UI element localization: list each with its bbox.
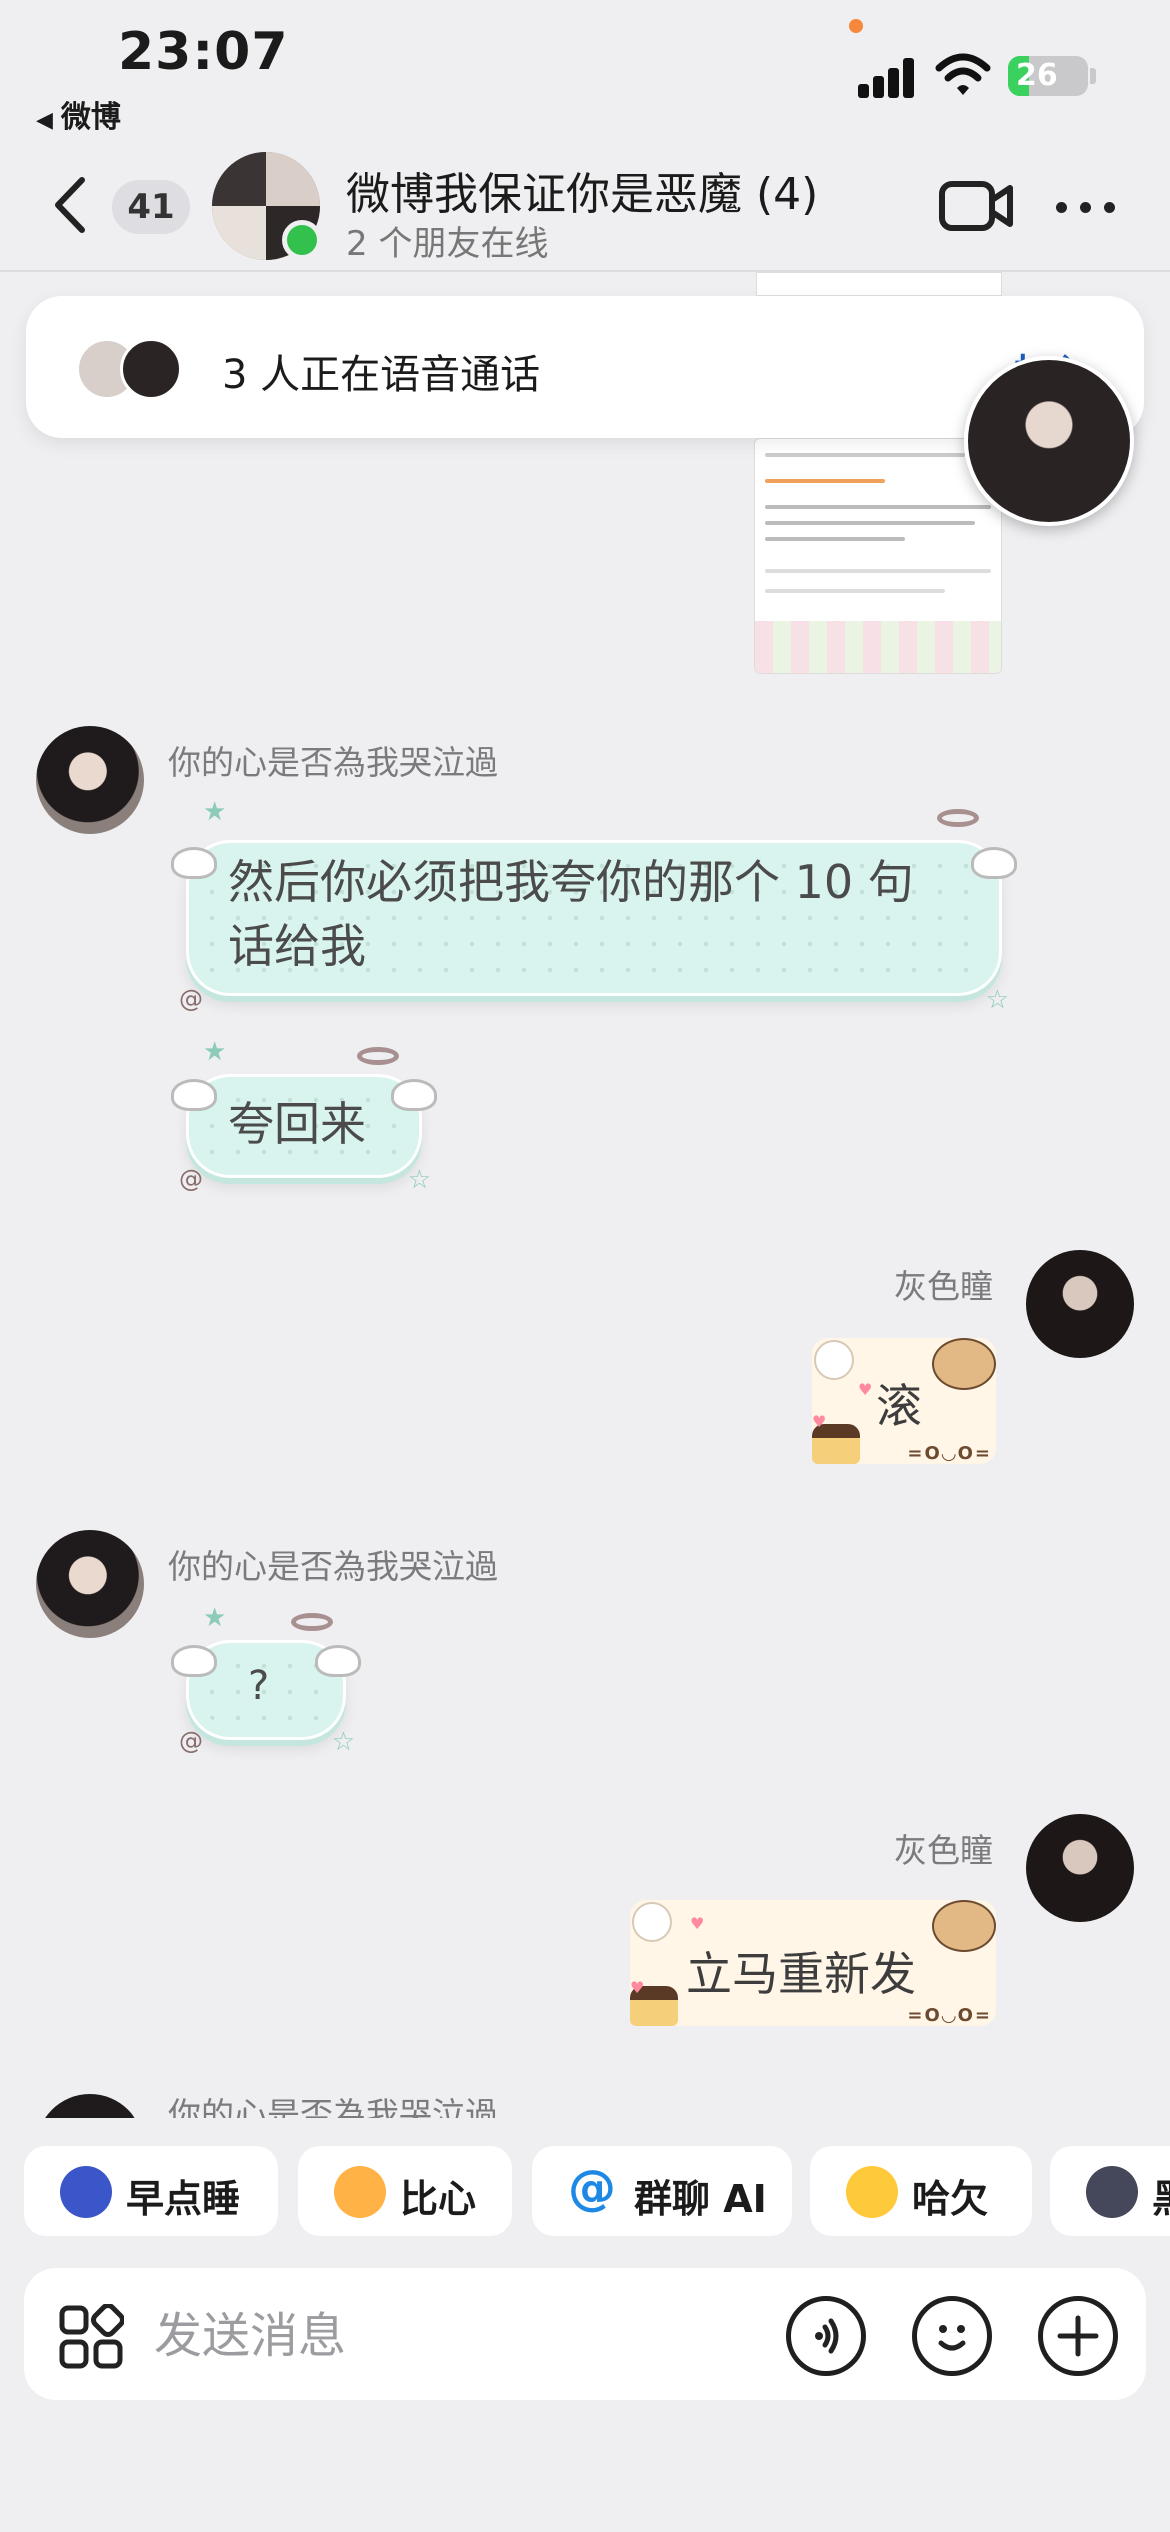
sender-name: 你的心是否為我哭泣過 — [168, 2095, 498, 2118]
message-text: 然后你必须把我夸你的那个 10 句 话给我 — [228, 850, 914, 978]
quick-reply-label: 哈欠 — [912, 2177, 989, 2221]
moon-icon — [60, 2166, 112, 2218]
quick-reply-chip[interactable]: 黑 — [1050, 2146, 1170, 2236]
quick-reply-label: 比心 — [400, 2177, 477, 2221]
cellular-signal-icon — [858, 56, 916, 98]
chat-title[interactable]: 微博我保证你是恶魔 (4) — [346, 158, 818, 222]
quick-reply-chip[interactable]: 比心 — [298, 2146, 512, 2236]
sender-name: 灰色瞳 — [894, 1831, 993, 1870]
avatar[interactable] — [1026, 1814, 1134, 1922]
avatar[interactable] — [36, 2094, 144, 2118]
message-line: 然后你必须把我夸你的那个 10 句 — [228, 855, 914, 909]
quick-reply-bar: 早点睡 比心 @ 群聊 AI 哈欠 黑 — [0, 2142, 1170, 2242]
back-arrow-icon[interactable] — [46, 170, 96, 240]
dark-face-icon — [1086, 2166, 1138, 2218]
paw-sticker-icon — [814, 1340, 854, 1380]
emoji-button[interactable] — [912, 2296, 992, 2376]
back-triangle-icon: ◀ — [36, 108, 53, 133]
paw-sticker-icon — [632, 1902, 672, 1942]
call-status-text: 3 人正在语音通话 — [222, 352, 541, 398]
battery-percent: 26 — [1016, 58, 1058, 93]
quick-reply-label: 群聊 AI — [634, 2177, 767, 2221]
sender-name: 灰色瞳 — [894, 1267, 993, 1306]
chat-header: 41 微博我保证你是恶魔 (4) 2 个朋友在线 — [0, 140, 1170, 272]
avatar[interactable] — [36, 726, 144, 834]
avatar[interactable] — [1026, 1250, 1134, 1358]
wifi-icon — [935, 53, 991, 95]
clock: 23:07 — [118, 22, 289, 82]
bear-face-text: =O◡O= — [907, 1443, 992, 1464]
quick-reply-label: 早点睡 — [126, 2177, 241, 2221]
smiley-face-icon — [938, 2325, 966, 2351]
more-actions-button[interactable] — [1038, 2296, 1118, 2376]
yawn-emoji-icon — [846, 2166, 898, 2218]
back-app-label: 微博 — [60, 100, 121, 135]
privacy-indicator-dot — [849, 19, 863, 33]
bear-sticker-icon — [932, 1900, 996, 1952]
more-options-icon[interactable] — [1056, 196, 1120, 216]
message-text: ? — [248, 1663, 270, 1709]
unread-count-badge[interactable]: 41 — [112, 180, 190, 234]
back-to-app-link[interactable]: ◀ 微博 — [36, 92, 121, 136]
voice-message-button[interactable] — [786, 2296, 866, 2376]
apps-grid-icon[interactable] — [58, 2304, 124, 2370]
shared-screenshot-top[interactable] — [756, 272, 1002, 296]
shared-screenshot-image[interactable] — [754, 438, 1002, 674]
quick-reply-chip[interactable]: 哈欠 — [810, 2146, 1032, 2236]
quick-reply-label: 黑 — [1152, 2168, 1170, 2223]
online-status-dot — [282, 220, 322, 260]
voice-wave-icon — [815, 2318, 839, 2354]
call-avatar-2 — [120, 338, 182, 400]
message-text: 立马重新发 — [686, 1947, 916, 2001]
heart-hand-icon — [334, 2166, 386, 2218]
message-input-bar — [24, 2268, 1146, 2400]
call-participant-avatars — [76, 338, 186, 400]
video-call-icon[interactable] — [938, 178, 1014, 234]
message-text: 滚 — [876, 1379, 922, 1433]
avatar[interactable] — [36, 1530, 144, 1638]
plus-icon — [1057, 2315, 1099, 2357]
sender-name: 你的心是否為我哭泣過 — [168, 1547, 498, 1586]
floating-call-avatar[interactable] — [964, 356, 1134, 526]
battery-tip — [1090, 68, 1096, 84]
at-icon: @ — [568, 2160, 616, 2216]
message-input[interactable] — [154, 2304, 754, 2368]
bear-sticker-icon — [932, 1338, 996, 1390]
message-text: 夸回来 — [228, 1097, 366, 1151]
message-line: 话给我 — [228, 919, 366, 973]
quick-reply-chip[interactable]: @ 群聊 AI — [532, 2146, 792, 2236]
online-friends-count: 2 个朋友在线 — [346, 224, 549, 264]
status-bar: 23:07 ◀ 微博 26 — [0, 0, 1170, 135]
clipped-message-row: 你的心是否為我哭泣過 — [0, 2094, 1170, 2118]
sender-name: 你的心是否為我哭泣過 — [168, 743, 498, 782]
battery-icon: 26 — [1008, 56, 1088, 96]
bear-face-text: =O◡O= — [907, 2005, 992, 2026]
quick-reply-chip[interactable]: 早点睡 — [24, 2146, 278, 2236]
screenshot-floral-border — [755, 621, 1001, 673]
